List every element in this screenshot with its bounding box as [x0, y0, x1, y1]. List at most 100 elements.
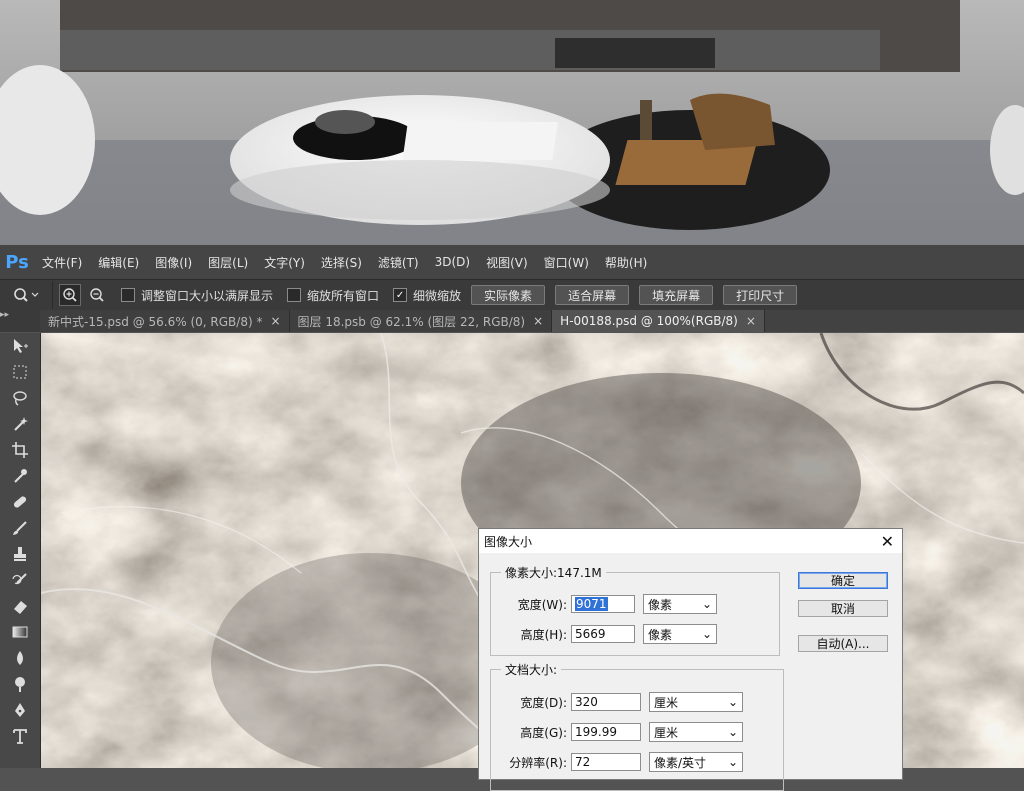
dialog-title: 图像大小 — [484, 534, 533, 549]
zoom-in-button[interactable] — [59, 284, 81, 306]
menu-3d[interactable]: 3D(D) — [427, 255, 478, 269]
blur-tool[interactable] — [0, 645, 40, 671]
pixel-width-unit-select[interactable]: 像素 ⌄ — [643, 594, 717, 614]
cancel-button[interactable]: 取消 — [798, 600, 888, 617]
doc-width-input[interactable]: 320 — [571, 693, 641, 711]
eyedropper-tool[interactable] — [0, 463, 40, 489]
tab-document-3[interactable]: H-00188.psd @ 100%(RGB/8) × — [552, 310, 765, 332]
resolution-row: 分辨率(R): 72 像素/英寸 ⌄ — [499, 752, 743, 772]
marquee-tool[interactable] — [0, 359, 40, 385]
tab-document-2[interactable]: 图层 18.psb @ 62.1% (图层 22, RGB/8) × — [289, 310, 553, 332]
magic-wand-tool[interactable] — [0, 411, 40, 437]
menu-image[interactable]: 图像(I) — [147, 254, 200, 271]
chevron-down-icon: ⌄ — [727, 725, 738, 739]
height-label: 高度(H): — [520, 627, 567, 642]
zoom-all-windows-checkbox[interactable]: 缩放所有窗口 — [287, 287, 379, 304]
auto-button[interactable]: 自动(A)... — [798, 635, 888, 652]
move-tool[interactable] — [0, 333, 40, 359]
resize-windows-checkbox[interactable]: 调整窗口大小以满屏显示 — [121, 287, 273, 304]
options-bar: 调整窗口大小以满屏显示 缩放所有窗口 ✓ 细微缩放 实际像素 适合屏幕 填充屏幕… — [0, 279, 1024, 311]
fill-screen-button[interactable]: 填充屏幕 — [639, 285, 714, 305]
lasso-tool[interactable] — [0, 385, 40, 411]
document-tabs: ▸▸ 新中式-15.psd @ 56.6% (0, RGB/8) * × 图层 … — [0, 310, 1024, 332]
tab-label: 图层 18.psb @ 62.1% (图层 22, RGB/8) — [297, 314, 526, 329]
zoom-out-button[interactable] — [87, 285, 107, 305]
chevron-down-icon: ⌄ — [727, 695, 738, 709]
clone-stamp-tool[interactable] — [0, 541, 40, 567]
dodge-tool[interactable] — [0, 671, 40, 697]
doc-height-input[interactable]: 199.99 — [571, 723, 641, 741]
eraser-icon — [14, 601, 27, 614]
dialog-titlebar: 图像大小 ✕ — [479, 529, 902, 553]
brush-tool-icon — [13, 521, 27, 535]
pen-tool[interactable] — [0, 697, 40, 723]
resize-windows-label: 调整窗口大小以满屏显示 — [141, 288, 274, 303]
doc-height-row: 高度(G): 199.99 厘米 ⌄ — [499, 722, 743, 742]
menu-file[interactable]: 文件(F) — [34, 254, 90, 271]
menu-window[interactable]: 窗口(W) — [536, 254, 597, 271]
menu-view[interactable]: 视图(V) — [478, 254, 536, 271]
tab-label: H-00188.psd @ 100%(RGB/8) — [560, 314, 738, 328]
healing-brush-tool[interactable] — [0, 489, 40, 515]
zoom-out-icon — [90, 288, 104, 302]
crop-tool[interactable] — [0, 437, 40, 463]
doc-width-row: 宽度(D): 320 厘米 ⌄ — [499, 692, 743, 712]
zoom-all-windows-label: 缩放所有窗口 — [307, 288, 380, 303]
chevron-down-icon: ⌄ — [701, 597, 712, 611]
blur-tool-icon — [17, 651, 23, 665]
menu-layer[interactable]: 图层(L) — [200, 254, 256, 271]
room-photo — [0, 0, 1024, 245]
scrubby-zoom-checkbox[interactable]: ✓ 细微缩放 — [393, 287, 461, 304]
pixel-height-unit-select[interactable]: 像素 ⌄ — [643, 624, 717, 644]
menu-select[interactable]: 选择(S) — [313, 254, 370, 271]
doc-height-label: 高度(G): — [520, 725, 567, 740]
resolution-input[interactable]: 72 — [571, 753, 641, 771]
menu-edit[interactable]: 编辑(E) — [90, 254, 147, 271]
pixel-width-input[interactable]: 9071 — [571, 595, 635, 613]
room-photo-illustration — [0, 0, 1024, 245]
image-size-dialog: 图像大小 ✕ 像素大小:147.1M 宽度(W): 9071 像素 ⌄ 高度(H)… — [478, 528, 903, 791]
tab-label: 新中式-15.psd @ 56.6% (0, RGB/8) * — [48, 314, 263, 329]
print-size-button[interactable]: 打印尺寸 — [723, 285, 798, 305]
doc-width-label: 宽度(D): — [520, 695, 567, 710]
actual-pixels-button[interactable]: 实际像素 — [471, 285, 546, 305]
doc-height-unit-select[interactable]: 厘米 ⌄ — [649, 722, 743, 742]
fit-screen-button[interactable]: 适合屏幕 — [555, 285, 630, 305]
doc-width-unit-select[interactable]: 厘米 ⌄ — [649, 692, 743, 712]
magic-wand-icon — [14, 417, 28, 431]
tab-document-1[interactable]: 新中式-15.psd @ 56.6% (0, RGB/8) * × — [40, 310, 290, 332]
chevron-down-icon: ⌄ — [727, 755, 738, 769]
healing-brush-icon — [13, 496, 27, 508]
lasso-tool-icon — [13, 391, 27, 406]
move-tool-icon — [14, 339, 28, 353]
tool-preset-picker[interactable] — [0, 281, 53, 309]
history-brush-tool[interactable] — [0, 567, 40, 593]
ok-button[interactable]: 确定 — [798, 572, 888, 589]
pixel-dimensions-label: 像素大小:147.1M — [501, 564, 606, 581]
eraser-tool[interactable] — [0, 593, 40, 619]
gradient-tool-icon — [12, 626, 28, 638]
type-tool[interactable] — [0, 723, 40, 749]
close-icon[interactable]: ✕ — [881, 532, 894, 551]
brush-tool[interactable] — [0, 515, 40, 541]
close-icon[interactable]: × — [533, 314, 543, 328]
document-size-label: 文档大小: — [501, 661, 562, 678]
ps-logo: Ps — [5, 251, 29, 273]
pixel-width-row: 宽度(W): 9071 像素 ⌄ — [499, 594, 717, 614]
dodge-tool-icon — [15, 677, 25, 692]
close-icon[interactable]: × — [746, 314, 756, 328]
checkbox-box — [287, 288, 302, 302]
menu-type[interactable]: 文字(Y) — [256, 254, 313, 271]
resolution-unit-select[interactable]: 像素/英寸 ⌄ — [649, 752, 743, 772]
close-icon[interactable]: × — [270, 314, 280, 328]
checkmark-icon: ✓ — [393, 288, 408, 302]
toolbar-collapse-handle[interactable]: ▸▸ — [0, 310, 40, 332]
scrubby-zoom-label: 细微缩放 — [413, 288, 462, 303]
pixel-height-row: 高度(H): 5669 像素 ⌄ — [499, 624, 717, 644]
menu-filter[interactable]: 滤镜(T) — [370, 254, 427, 271]
tools-panel — [0, 333, 41, 768]
crop-tool-icon — [12, 442, 28, 458]
gradient-tool[interactable] — [0, 619, 40, 645]
menu-help[interactable]: 帮助(H) — [597, 254, 655, 271]
pixel-height-input[interactable]: 5669 — [571, 625, 635, 643]
